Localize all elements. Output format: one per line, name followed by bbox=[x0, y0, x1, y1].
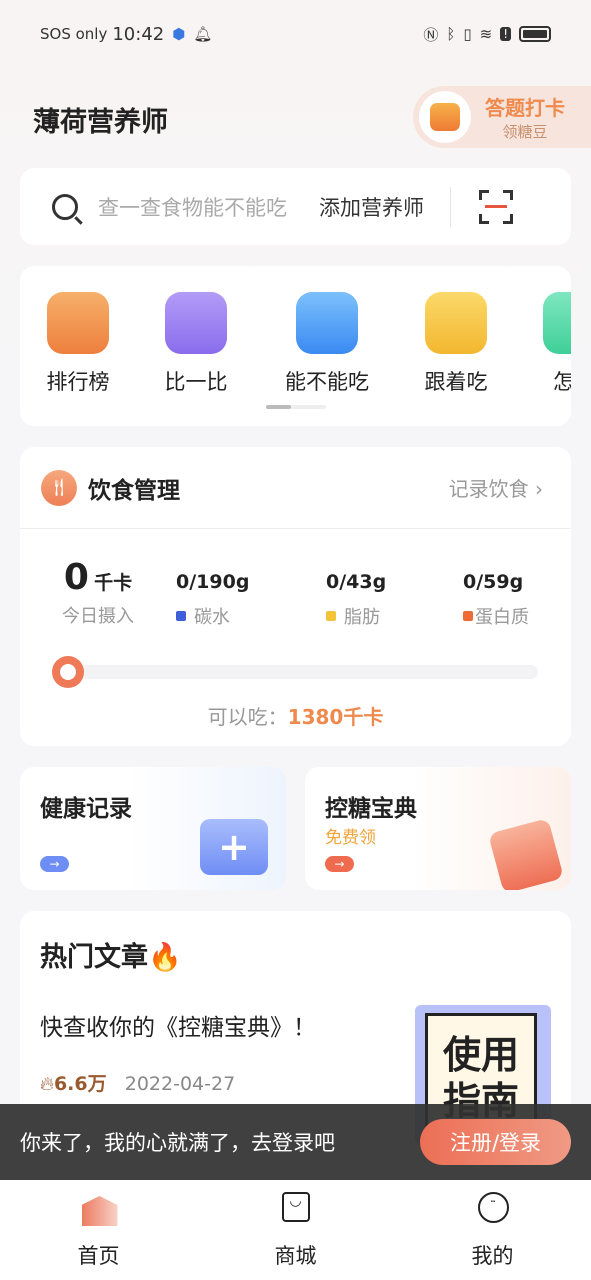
macro-protein: 0/59g 蛋白质 bbox=[463, 571, 529, 628]
kcal-value: 0 bbox=[63, 557, 89, 598]
shield-icon: ⬢ bbox=[172, 25, 186, 43]
how-icon bbox=[543, 292, 571, 354]
scan-icon[interactable] bbox=[479, 189, 513, 224]
quick-item-can-eat[interactable]: 能不能吃 bbox=[277, 292, 377, 396]
bell-icon: 🔔︎ bbox=[193, 25, 213, 43]
arrow-icon: → bbox=[325, 856, 354, 872]
card-subtitle: 免费领 bbox=[325, 828, 376, 848]
sugar-guide-card[interactable]: 控糖宝典 免费领 → bbox=[305, 767, 571, 890]
tab-mall[interactable]: ◡ 商城 bbox=[197, 1180, 394, 1280]
tab-home[interactable]: 首页 bbox=[0, 1180, 197, 1280]
question-icon bbox=[296, 292, 358, 354]
quick-item-ranking[interactable]: 排行榜 bbox=[28, 292, 128, 396]
clock: 10:42 bbox=[112, 23, 165, 45]
search-icon bbox=[52, 193, 78, 220]
article-date: 2022-04-27 bbox=[124, 1073, 236, 1095]
macro-carbs: 0/190g 碳水 bbox=[176, 571, 250, 628]
calendar-icon bbox=[419, 91, 471, 143]
tab-label: 我的 bbox=[471, 1244, 514, 1268]
article-title[interactable]: 快查收你的《控糖宝典》！ bbox=[40, 1008, 316, 1042]
checkin-sub: 领糖豆 bbox=[502, 123, 548, 141]
add-nutritionist-button[interactable]: 添加营养师 bbox=[319, 192, 424, 222]
can-eat: 可以吃：1380千卡 bbox=[207, 705, 384, 729]
tab-label: 首页 bbox=[77, 1244, 120, 1268]
diet-card: 🍴︎ 饮食管理 记录饮食 › 0 千卡 今日摄入 0/190g 碳水 0/43g 脂… bbox=[20, 447, 571, 746]
diet-title: 饮食管理 bbox=[88, 477, 180, 504]
battery-icon bbox=[519, 26, 551, 42]
quick-label: 跟着吃 bbox=[424, 370, 488, 394]
kcal-summary: 0 千卡 今日摄入 bbox=[62, 557, 134, 628]
health-record-card[interactable]: 健康记录 → + bbox=[20, 767, 286, 890]
alert-icon: ! bbox=[500, 27, 511, 41]
scroll-indicator bbox=[266, 405, 326, 409]
quick-label: 比一比 bbox=[164, 370, 228, 394]
ranking-icon bbox=[47, 292, 109, 354]
kcal-label: 今日摄入 bbox=[62, 606, 134, 627]
home-icon bbox=[81, 1190, 118, 1226]
quick-label: 排行榜 bbox=[46, 370, 110, 394]
quick-item-compare[interactable]: 比一比 bbox=[146, 292, 246, 396]
face-icon: ¨ bbox=[476, 1190, 510, 1224]
status-bar: SOS only 10:42 ⬢ 🔔︎ Ⓝ ᛒ ▯ ≋ ! bbox=[40, 22, 551, 46]
bottom-tab-bar: 首页 ◡ 商城 ¨ 我的 bbox=[0, 1180, 591, 1280]
compare-icon bbox=[165, 292, 227, 354]
document-search-icon bbox=[488, 818, 564, 890]
record-diet-link[interactable]: 记录饮食 › bbox=[449, 473, 543, 502]
login-message: 你来了，我的心就满了，去登录吧 bbox=[20, 1131, 335, 1155]
vibrate-icon: ▯ bbox=[463, 25, 472, 43]
kcal-progress-bar bbox=[52, 656, 538, 688]
search-input[interactable]: 查一查食物能不能吃 bbox=[98, 192, 287, 222]
nfc-icon: Ⓝ bbox=[423, 25, 439, 44]
carrier: SOS only bbox=[40, 25, 108, 43]
hot-title: 热门文章🔥 bbox=[40, 942, 182, 973]
card-title: 控糖宝典 bbox=[325, 796, 417, 822]
quick-label: 怎么 bbox=[553, 370, 571, 394]
macro-fat: 0/43g 脂肪 bbox=[326, 571, 387, 628]
search-bar: 查一查食物能不能吃 添加营养师 bbox=[20, 168, 571, 245]
login-banner: 你来了，我的心就满了，去登录吧 注册/登录 bbox=[0, 1104, 591, 1180]
quick-item-how[interactable]: 怎么 bbox=[524, 292, 571, 396]
checkin-title: 答题打卡 bbox=[485, 96, 565, 120]
quick-menu: 排行榜 比一比 能不能吃 跟着吃 怎么 bbox=[20, 266, 571, 426]
divider bbox=[450, 186, 451, 227]
medkit-icon: + bbox=[200, 819, 268, 875]
shopping-bag-icon: ◡ bbox=[279, 1190, 313, 1224]
register-login-button[interactable]: 注册/登录 bbox=[420, 1119, 571, 1165]
quick-label: 能不能吃 bbox=[285, 370, 369, 394]
card-title: 健康记录 bbox=[40, 796, 132, 822]
arrow-icon: → bbox=[40, 856, 69, 872]
kcal-unit: 千卡 bbox=[94, 572, 133, 594]
bluetooth-icon: ᛒ bbox=[446, 25, 456, 43]
fork-knife-icon: 🍴︎ bbox=[41, 469, 77, 506]
tab-mine[interactable]: ¨ 我的 bbox=[394, 1180, 591, 1280]
quick-item-follow[interactable]: 跟着吃 bbox=[406, 292, 506, 396]
article-meta: 🔥︎6.6万 2022-04-27 bbox=[40, 1073, 236, 1095]
page-title: 薄荷营养师 bbox=[33, 107, 168, 138]
fire-icon: 🔥 bbox=[148, 942, 182, 973]
article-views: 6.6万 bbox=[53, 1073, 107, 1095]
wifi-icon: ≋ bbox=[479, 25, 493, 43]
checkin-button[interactable]: 答题打卡 领糖豆 bbox=[413, 86, 591, 148]
tab-label: 商城 bbox=[274, 1244, 317, 1268]
progress-knob bbox=[52, 656, 84, 688]
bread-icon bbox=[425, 292, 487, 354]
